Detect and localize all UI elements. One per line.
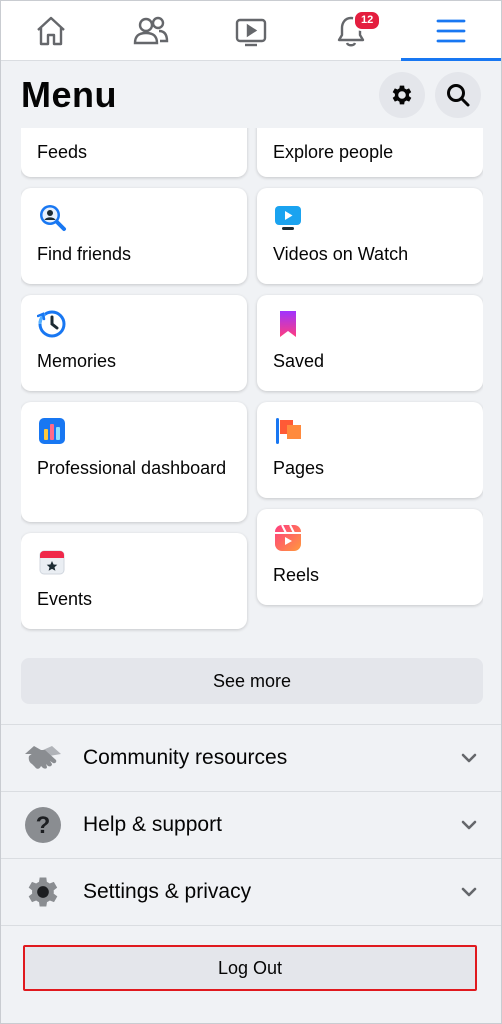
menu-icon [436,19,466,42]
tab-friends[interactable] [101,1,201,60]
shortcut-label: Feeds [37,142,88,162]
shortcut-reels[interactable]: Reels [257,509,483,605]
tab-watch[interactable] [201,1,301,60]
shortcut-professional-dashboard[interactable]: Professional dashboard [21,402,247,522]
shortcut-events[interactable]: Events [21,533,247,629]
search-button[interactable] [435,72,481,118]
shortcut-saved[interactable]: Saved [257,295,483,391]
page-title: Menu [21,74,117,115]
shortcut-label: Saved [273,351,325,371]
shortcut-label: Events [37,589,93,609]
handshake-icon [25,746,61,769]
watch-icon [235,18,267,46]
logout-button[interactable]: Log Out [23,945,477,991]
chevron-down-icon [461,820,477,830]
events-icon [39,550,65,575]
gear-icon [28,877,58,907]
chevron-down-icon [461,887,477,897]
saved-icon [280,311,296,337]
chevron-down-icon [461,753,477,763]
top-nav: 12 [1,1,501,61]
shortcut-memories[interactable]: Memories [21,295,247,391]
shortcut-label: Explore people [273,142,394,162]
divider [1,925,501,926]
svg-text:?: ? [36,812,51,839]
dashboard-icon [39,418,65,444]
shortcut-label: Pages [273,458,325,478]
section-settings-privacy[interactable]: Settings & privacy [1,859,501,925]
tab-home[interactable] [1,1,101,60]
find-friends-icon [40,205,66,231]
shortcut-label: Reels [273,565,320,585]
shortcut-find-friends[interactable]: Find friends [21,188,247,284]
section-label: Community resources [83,746,288,769]
menu-header: Menu [1,62,501,128]
shortcut-label: Find friends [37,244,132,264]
shortcut-videos-on-watch[interactable]: Videos on Watch [257,188,483,284]
gear-icon [392,85,412,105]
watch-video-icon [275,206,301,230]
shortcut-pages[interactable]: Pages [257,402,483,498]
section-label: Settings & privacy [83,880,252,903]
section-community-resources[interactable]: Community resources [1,725,501,791]
shortcut-label: Videos on Watch [273,244,409,264]
shortcuts-grid: Feeds Find friends Memories Professional… [21,101,483,641]
pages-icon [276,418,301,444]
settings-button[interactable] [379,72,425,118]
shortcut-label: Professional dashboard [37,458,227,478]
shortcut-label: Memories [37,351,117,371]
search-icon [447,84,470,107]
home-icon [37,16,65,45]
memories-icon [36,310,66,338]
tab-menu[interactable] [401,1,501,61]
notification-badge: 12 [353,10,382,31]
section-help-support[interactable]: ? Help & support [1,792,501,858]
tab-notifications[interactable]: 12 [301,1,401,60]
help-icon: ? [25,807,61,843]
reels-icon [275,524,301,551]
friends-icon [133,16,169,44]
section-label: Help & support [83,813,222,836]
app-frame: 12 Menu Feeds Find friends Memories Prof… [0,0,502,1024]
see-more-button[interactable]: See more [21,658,483,704]
